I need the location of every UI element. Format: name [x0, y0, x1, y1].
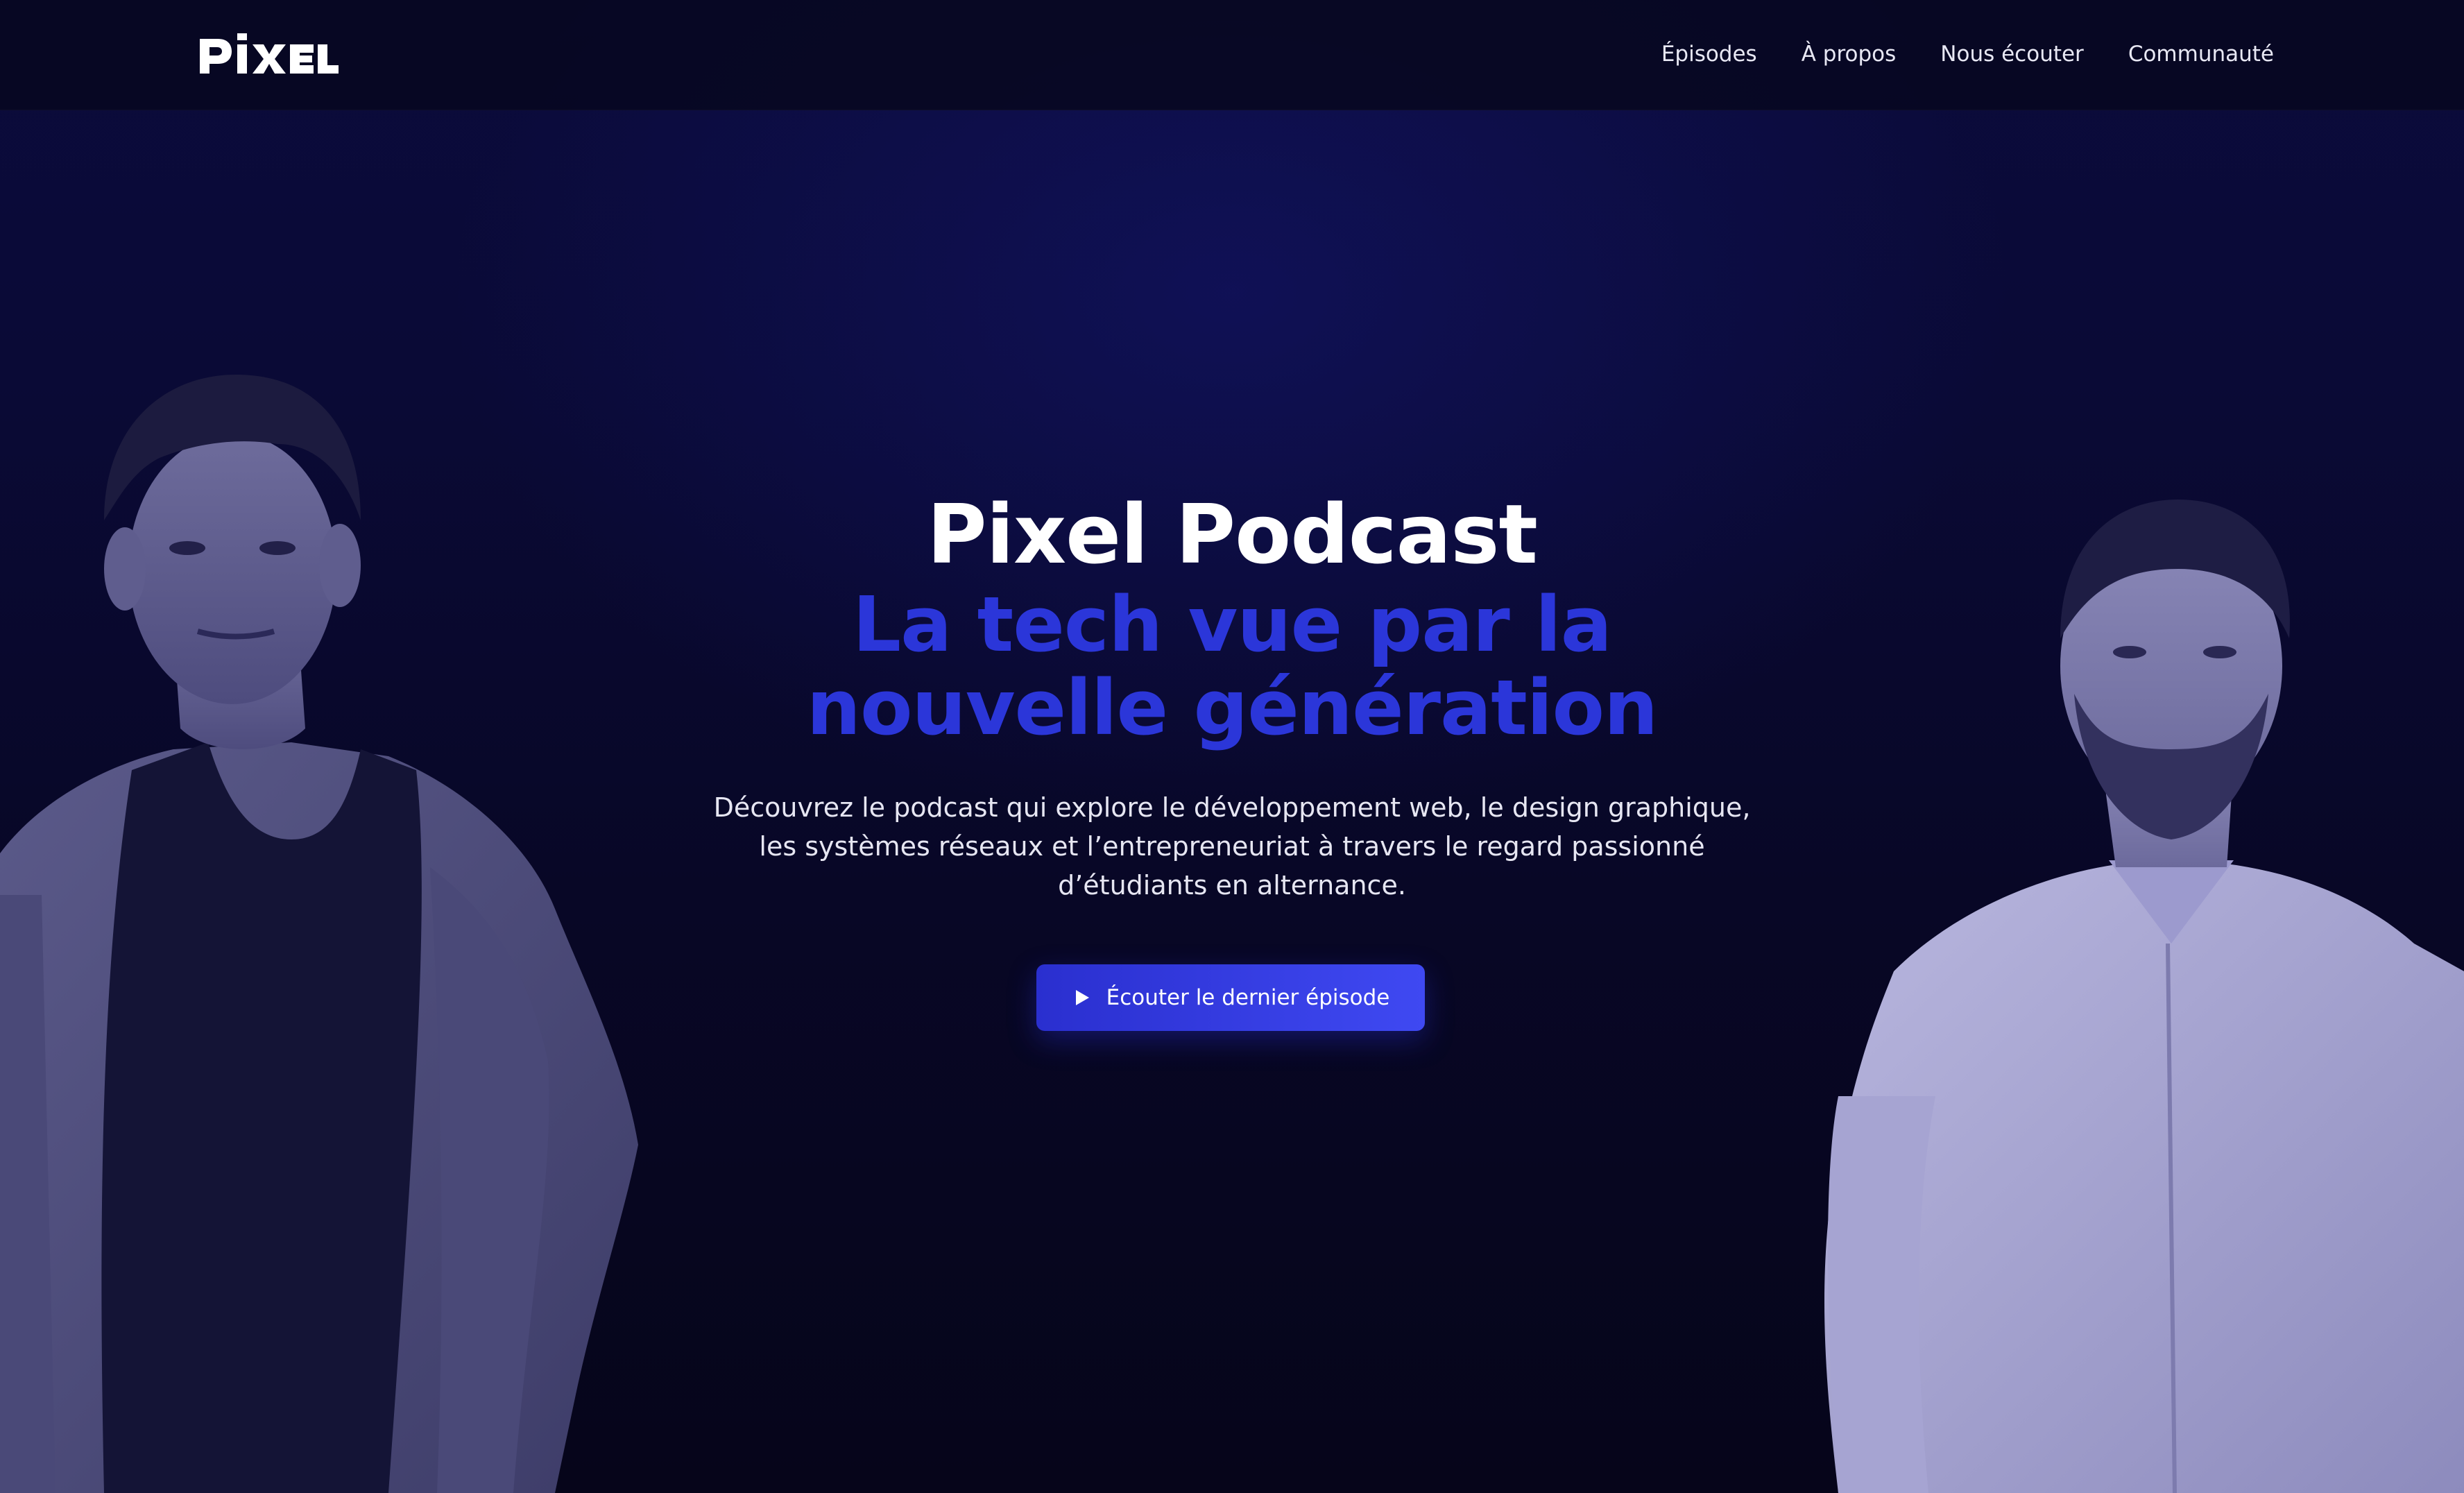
- hero-description: Découvrez le podcast qui explore le déve…: [713, 792, 1751, 901]
- nav-link-episodes[interactable]: Épisodes: [1661, 37, 1757, 71]
- hero-title: Pixel Podcast: [927, 486, 1538, 582]
- pixel-logo[interactable]: [197, 32, 340, 76]
- hero-subtitle: La tech vue par la nouvelle génération: [806, 580, 1659, 752]
- cta-label: Écouter le dernier épisode: [1106, 985, 1390, 1010]
- host-photo-left: [0, 375, 638, 1493]
- nav-link-community[interactable]: Communauté: [2128, 37, 2274, 71]
- nav-links: Épisodes À propos Nous écouter Communaut…: [1661, 37, 2274, 71]
- pixel-logo-icon: [200, 33, 339, 74]
- top-navbar: Épisodes À propos Nous écouter Communaut…: [0, 0, 2464, 110]
- nav-link-about[interactable]: À propos: [1802, 37, 1897, 71]
- host-photo-right: [1824, 500, 2464, 1493]
- nav-link-listen[interactable]: Nous écouter: [1940, 37, 2084, 71]
- hero-section: Pixel Podcast La tech vue par la nouvell…: [608, 486, 1856, 905]
- play-icon: [1075, 990, 1089, 1005]
- listen-latest-episode-button[interactable]: Écouter le dernier épisode: [1036, 964, 1425, 1031]
